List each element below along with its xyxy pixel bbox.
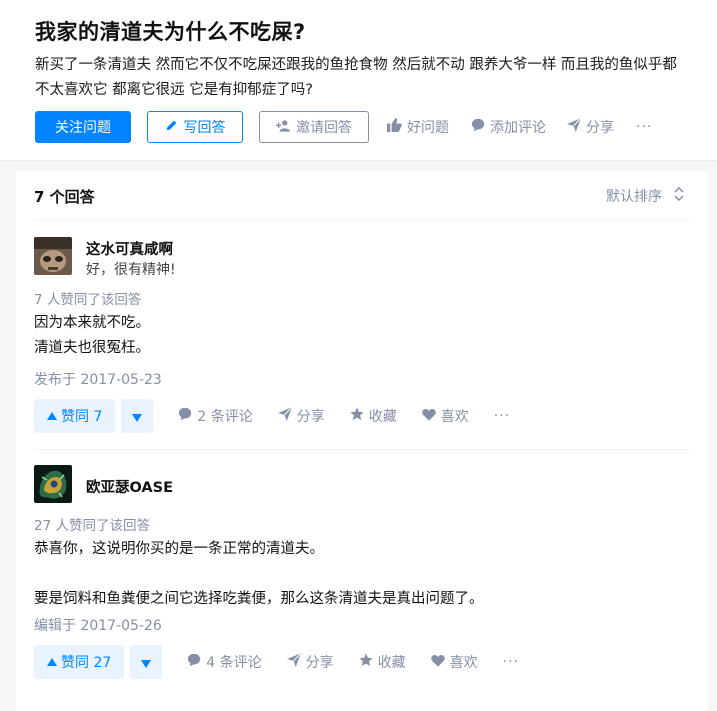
more-dots-icon: ··· [493, 408, 511, 424]
follow-question-label: 关注问题 [55, 120, 111, 136]
answer-paragraph: 要是饲料和鱼粪便之间它选择吃粪便，那么这条清道夫是真出问题了。 [34, 591, 484, 607]
answer-more-button[interactable]: ··· [494, 408, 510, 424]
downvote-button[interactable] [130, 645, 163, 679]
upvote-label: 赞同 7 [61, 409, 103, 425]
answer-paragraph: 清道夫也很冤枉。 [34, 340, 150, 356]
answer-list-header: 7 个回答 默认排序 [34, 171, 690, 220]
answer-more-button[interactable]: ··· [503, 654, 519, 670]
comments-label: 4 条评论 [206, 655, 262, 671]
question-detail-line: 新买了一条清道夫 然而它不仅不吃屎还跟我的鱼抢食物 然后就不动 跟养大爷一样 而… [35, 57, 677, 73]
share-button[interactable]: 分享 [286, 652, 334, 672]
question-header: 我家的清道夫为什么不吃屎? 新买了一条清道夫 然而它不仅不吃屎还跟我的鱼抢食物 … [0, 0, 717, 161]
author-name[interactable]: 欧亚瑟OASE [86, 476, 173, 497]
share-button[interactable]: 分享 [277, 406, 325, 426]
upvote-button[interactable]: 赞同 7 [34, 399, 116, 433]
invite-answer-button[interactable]: 邀请回答 [259, 111, 369, 143]
good-question-label: 好问题 [407, 120, 449, 136]
sort-dropdown[interactable]: 默认排序 [606, 186, 684, 206]
add-user-icon [276, 119, 290, 136]
like-button[interactable]: 喜欢 [421, 406, 469, 426]
share-question-button[interactable]: 分享 [567, 111, 614, 143]
comment-bubble-icon [471, 118, 485, 136]
collect-label: 收藏 [368, 409, 397, 425]
question-detail-line: 不太喜欢它 都离它很远 它是有抑郁症了吗? [35, 82, 313, 98]
star-icon [358, 653, 373, 671]
like-label: 喜欢 [440, 409, 469, 425]
sort-toggle-icon [674, 186, 684, 205]
edit-time[interactable]: 编辑于 2017-05-26 [34, 615, 162, 635]
answer-item: 欧亚瑟OASE 27 人赞同了该回答 恭喜你，这说明你买的是一条正常的清道夫。 … [34, 465, 690, 705]
voters-count[interactable]: 7 人赞同了该回答 [34, 288, 141, 308]
add-comment-button[interactable]: 添加评论 [471, 111, 546, 143]
question-detail: 新买了一条清道夫 然而它不仅不吃屎还跟我的鱼抢食物 然后就不动 跟养大爷一样 而… [35, 53, 700, 103]
collect-button[interactable]: 收藏 [350, 406, 397, 426]
avatar[interactable] [34, 465, 72, 503]
comment-bubble-icon [178, 407, 192, 425]
answer-item: 这水可真咸啊 好，很有精神! 7 人赞同了该回答 因为本来就不吃。 清道夫也很冤… [34, 237, 690, 437]
collect-label: 收藏 [377, 655, 406, 671]
question-more-button[interactable]: ··· [636, 111, 652, 143]
upvote-button[interactable]: 赞同 27 [34, 645, 125, 679]
share-label: 分享 [305, 655, 334, 671]
answer-paragraph: 因为本来就不吃。 [34, 315, 150, 331]
triangle-up-icon [47, 408, 57, 424]
voters-count[interactable]: 27 人赞同了该回答 [34, 514, 150, 534]
write-answer-button[interactable]: 写回答 [147, 111, 243, 143]
answer-divider [34, 449, 690, 450]
downvote-button[interactable] [121, 399, 154, 433]
share-plane-icon [286, 652, 302, 671]
collect-button[interactable]: 收藏 [358, 652, 406, 672]
answer-content: 因为本来就不吃。 清道夫也很冤枉。 [34, 311, 150, 361]
like-button[interactable]: 喜欢 [430, 652, 478, 672]
author-bio: 好，很有精神! [86, 262, 176, 278]
sort-label: 默认排序 [606, 189, 662, 205]
avatar[interactable] [34, 237, 72, 275]
triangle-down-icon [141, 653, 152, 672]
answer-paragraph [34, 562, 484, 587]
follow-question-button[interactable]: 关注问题 [35, 111, 131, 143]
comments-button[interactable]: 4 条评论 [187, 652, 262, 672]
upvote-label: 赞同 27 [61, 655, 112, 671]
share-label: 分享 [296, 409, 325, 425]
answer-count: 7 个回答 [34, 188, 95, 206]
more-dots-icon: ··· [636, 119, 653, 135]
share-question-label: 分享 [586, 120, 614, 136]
answer-paragraph: 恭喜你，这说明你买的是一条正常的清道夫。 [34, 541, 324, 557]
invite-answer-label: 邀请回答 [296, 120, 352, 136]
publish-time[interactable]: 发布于 2017-05-23 [34, 369, 162, 389]
share-plane-icon [277, 406, 293, 425]
comments-button[interactable]: 2 条评论 [178, 406, 253, 426]
pencil-icon [165, 119, 178, 136]
answer-actions: 赞同 27 4 条评论 分享 收藏 喜欢 ··· [34, 645, 519, 679]
comments-label: 2 条评论 [197, 409, 253, 425]
question-title: 我家的清道夫为什么不吃屎? [35, 20, 306, 44]
answer-actions: 赞同 7 2 条评论 分享 收藏 喜欢 ··· [34, 399, 510, 433]
more-dots-icon: ··· [502, 654, 519, 670]
like-label: 喜欢 [449, 655, 478, 671]
heart-icon [430, 654, 445, 671]
heart-icon [421, 408, 436, 425]
star-icon [350, 407, 364, 425]
triangle-down-icon [132, 407, 143, 426]
triangle-up-icon [47, 654, 57, 670]
add-comment-label: 添加评论 [490, 120, 546, 136]
write-answer-label: 写回答 [183, 120, 226, 136]
good-question-button[interactable]: 好问题 [387, 111, 449, 143]
author-name[interactable]: 这水可真咸啊 [86, 238, 173, 259]
thumbs-up-icon [387, 118, 402, 136]
answer-list-card: 7 个回答 默认排序 这水可真咸啊 好，很有精神! 7 人赞同了该回答 因为本来… [16, 171, 708, 711]
comment-bubble-icon [187, 653, 201, 671]
share-plane-icon [567, 117, 582, 136]
answer-content: 恭喜你，这说明你买的是一条正常的清道夫。 要是饲料和鱼粪便之间它选择吃粪便，那么… [34, 537, 484, 612]
